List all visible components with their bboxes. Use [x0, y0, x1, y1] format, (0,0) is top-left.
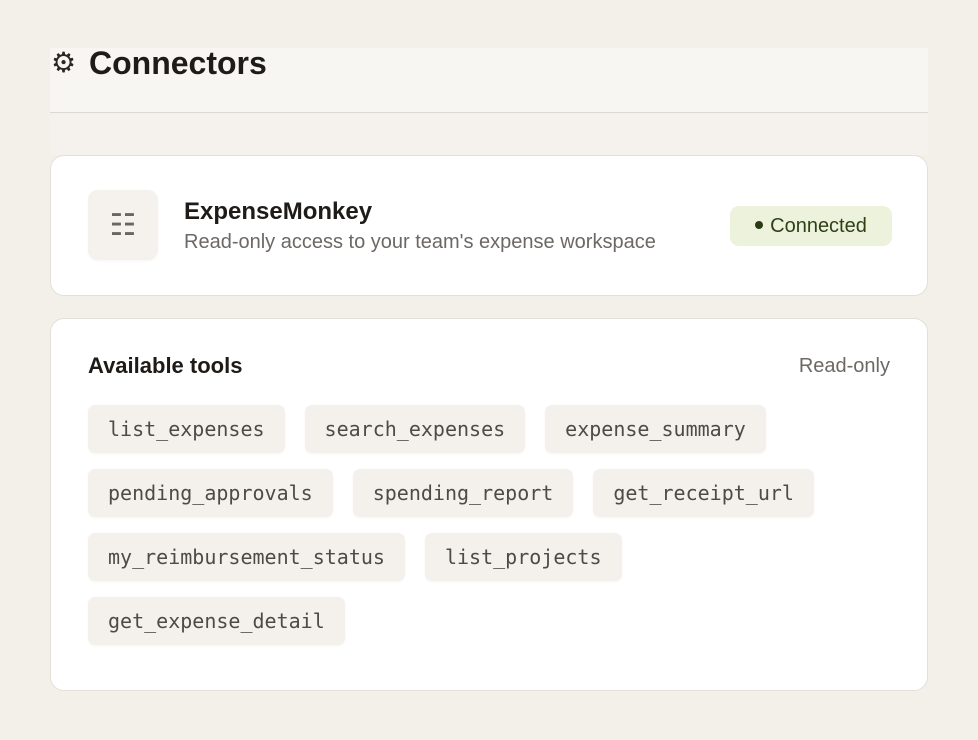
connector-card[interactable]: ☷ ExpenseMonkey Read-only access to your… [50, 155, 928, 296]
tools-card: Available tools Read-only list_expenses … [50, 318, 928, 691]
tool-chip-get-expense-detail[interactable]: get_expense_detail [88, 597, 345, 645]
header-band [50, 113, 928, 155]
connector-name: ExpenseMonkey [184, 198, 373, 225]
tool-row: my_reimbursement_status list_projects [88, 533, 878, 581]
page-header: ⚙ Connectors [50, 45, 928, 113]
tool-row: list_expenses search_expenses expense_su… [88, 405, 878, 453]
tool-chip-search-expenses[interactable]: search_expenses [304, 405, 526, 453]
status-dot-icon [755, 220, 764, 229]
page-title: Connectors [89, 45, 267, 81]
tool-chip-list-projects[interactable]: list_projects [424, 533, 622, 581]
connectors-page: ⚙ Connectors ☷ ExpenseMonkey Read-only a… [50, 45, 928, 691]
tools-title: Available tools [88, 353, 243, 378]
tool-chip-pending-approvals[interactable]: pending_approvals [88, 469, 333, 517]
tool-chip-spending-report[interactable]: spending_report [352, 469, 574, 517]
tools-access-label: Read-only [798, 355, 890, 377]
list-icon: ☷ [88, 190, 158, 260]
tool-chip-list-expenses[interactable]: list_expenses [88, 405, 285, 453]
connector-description: Read-only access to your team's expense … [184, 231, 656, 253]
tool-chip-my-reimbursement-status[interactable]: my_reimbursement_status [88, 533, 405, 581]
status-label: Connected [770, 215, 867, 237]
tool-list: list_expenses search_expenses expense_su… [88, 405, 878, 661]
tool-row: pending_approvals spending_report get_re… [88, 469, 878, 517]
tool-chip-expense-summary[interactable]: expense_summary [545, 405, 766, 453]
tool-chip-get-receipt-url[interactable]: get_receipt_url [593, 469, 814, 517]
status-badge: Connected [730, 206, 892, 246]
tool-row: get_expense_detail [88, 597, 878, 645]
gear-icon: ⚙ [51, 46, 77, 79]
